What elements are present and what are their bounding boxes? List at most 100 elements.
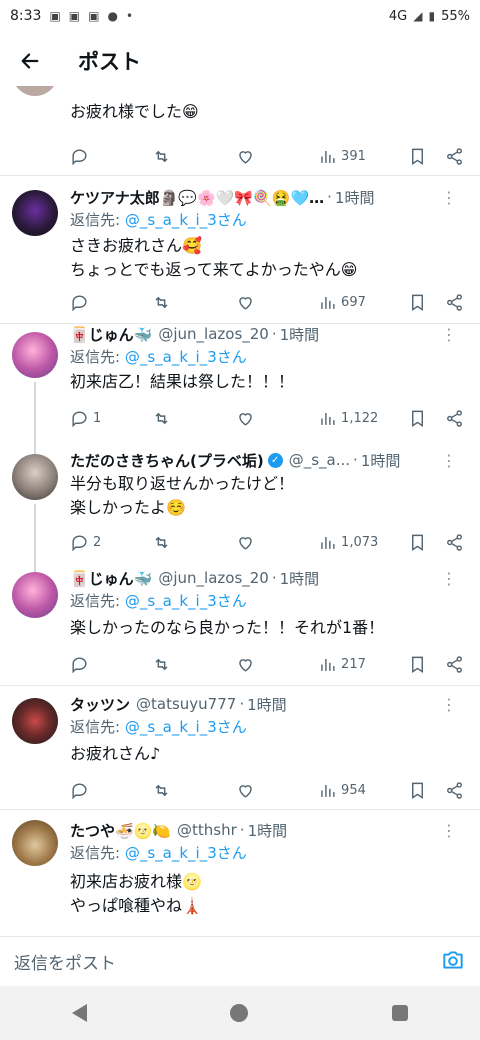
share-button[interactable] xyxy=(445,293,464,312)
user-handle[interactable]: @jun_lazos_20 xyxy=(158,325,269,343)
post-time[interactable]: 1時間 xyxy=(280,568,320,589)
reply-button[interactable]: 1 xyxy=(70,409,152,428)
post-time[interactable]: 1時間 xyxy=(247,694,287,715)
reply-feed[interactable]: お疲れ様でした😁 391 ケツアナ太郎🗿💬🌸🤍🎀🍭🤮🩵… · 1時間 ⋮ 返信先… xyxy=(0,86,480,936)
avatar[interactable] xyxy=(12,820,58,866)
repost-button[interactable] xyxy=(152,147,236,166)
views-button[interactable]: 1,073 xyxy=(318,533,408,552)
post-text: 初来店お疲れ様🌝 やっぱ喰種やね🗼 xyxy=(70,870,468,918)
share-button[interactable] xyxy=(445,533,464,552)
avatar[interactable] xyxy=(12,190,58,236)
camera-icon[interactable] xyxy=(440,947,466,977)
like-button[interactable] xyxy=(236,655,318,674)
repost-icon xyxy=(155,296,168,308)
avatar[interactable] xyxy=(12,454,58,500)
user-handle[interactable]: @jun_lazos_20 xyxy=(158,569,269,587)
post[interactable]: タッツン @tatsuyu777 · 1時間 ⋮ 返信先: @_s_a_k_i_… xyxy=(0,686,480,810)
reply-context: 返信先: @_s_a_k_i_3さん xyxy=(70,590,247,611)
like-button[interactable] xyxy=(236,147,318,166)
thread-line xyxy=(34,504,36,564)
avatar[interactable] xyxy=(12,572,58,618)
reply-button[interactable] xyxy=(70,655,152,674)
reply-mention[interactable]: @_s_a_k_i_3さん xyxy=(125,592,247,610)
post-time[interactable]: 1時間 xyxy=(248,820,288,841)
reply-input[interactable]: 返信をポスト xyxy=(14,949,440,974)
post[interactable]: ただのさきちゃん(プラベ垢) ✓ @_s_a... · 1時間 ⋮ 半分も取り返… xyxy=(0,448,480,564)
post[interactable]: たつや🍜🌝🍋 @tthshr · 1時間 ⋮ 返信先: @_s_a_k_i_3さ… xyxy=(0,810,480,936)
share-button[interactable] xyxy=(445,781,464,800)
reply-icon xyxy=(72,410,87,427)
display-name[interactable]: 🀄じゅん🐳 xyxy=(70,324,152,345)
bookmark-button[interactable] xyxy=(408,409,445,428)
share-button[interactable] xyxy=(445,409,464,428)
more-options-icon[interactable]: ⋮ xyxy=(441,188,458,207)
nav-home-icon[interactable] xyxy=(230,1004,249,1022)
reply-button[interactable] xyxy=(70,147,152,166)
more-options-icon[interactable]: ⋮ xyxy=(441,325,458,344)
views-button[interactable]: 697 xyxy=(318,293,408,312)
nav-back-icon[interactable] xyxy=(71,1004,87,1022)
views-button[interactable]: 954 xyxy=(318,781,408,800)
display-name[interactable]: ケツアナ太郎🗿💬🌸🤍🎀🍭🤮🩵… xyxy=(70,187,324,208)
display-name[interactable]: 🀄じゅん🐳 xyxy=(70,568,152,589)
post-header: 🀄じゅん🐳 @jun_lazos_20 · 1時間 ⋮ xyxy=(70,566,472,590)
like-button[interactable] xyxy=(236,409,318,428)
reply-mention[interactable]: @_s_a_k_i_3さん xyxy=(125,844,247,862)
more-options-icon[interactable]: ⋮ xyxy=(441,569,458,588)
back-arrow-icon[interactable] xyxy=(0,36,60,86)
display-name[interactable]: たつや🍜🌝🍋 xyxy=(70,820,171,841)
share-button[interactable] xyxy=(445,147,464,166)
post[interactable]: 🀄じゅん🐳 @jun_lazos_20 · 1時間 ⋮ 返信先: @_s_a_k… xyxy=(0,564,480,686)
post-time[interactable]: 1時間 xyxy=(280,324,320,345)
repost-button[interactable] xyxy=(152,293,236,312)
user-handle[interactable]: @tatsuyu777 xyxy=(136,695,236,713)
share-button[interactable] xyxy=(445,655,464,674)
repost-button[interactable] xyxy=(152,533,236,552)
reply-button[interactable] xyxy=(70,781,152,800)
post[interactable]: 🀄じゅん🐳 @jun_lazos_20 · 1時間 ⋮ 返信先: @_s_a_k… xyxy=(0,324,480,448)
bookmark-button[interactable] xyxy=(408,147,445,166)
post-text-line: 初来店お疲れ様🌝 xyxy=(70,872,202,891)
views-button[interactable]: 1,122 xyxy=(318,409,408,428)
like-button[interactable] xyxy=(236,293,318,312)
bookmark-button[interactable] xyxy=(408,293,445,312)
like-button[interactable] xyxy=(236,781,318,800)
reply-mention[interactable]: @_s_a_k_i_3さん xyxy=(125,348,247,366)
reply-button[interactable] xyxy=(70,293,152,312)
reply-button[interactable]: 2 xyxy=(70,533,152,552)
reply-mention[interactable]: @_s_a_k_i_3さん xyxy=(125,211,247,229)
repost-button[interactable] xyxy=(152,655,236,674)
app-notification-icon: ▣ xyxy=(88,9,100,23)
display-name[interactable]: ただのさきちゃん(プラベ垢) xyxy=(70,450,264,471)
reply-mention[interactable]: @_s_a_k_i_3さん xyxy=(125,718,247,736)
nav-recents-icon[interactable] xyxy=(392,1005,409,1021)
bookmark-button[interactable] xyxy=(408,781,445,800)
reply-composer[interactable]: 返信をポスト xyxy=(0,936,480,986)
views-button[interactable]: 217 xyxy=(318,655,408,674)
repost-button[interactable] xyxy=(152,409,236,428)
views-button[interactable]: 391 xyxy=(318,147,408,166)
more-options-icon[interactable]: ⋮ xyxy=(441,695,458,714)
avatar[interactable] xyxy=(12,698,58,744)
avatar[interactable] xyxy=(12,86,58,96)
bookmark-button[interactable] xyxy=(408,655,445,674)
display-name[interactable]: タッツン xyxy=(70,694,130,715)
more-options-icon[interactable]: ⋮ xyxy=(441,451,458,470)
repost-icon xyxy=(155,412,168,424)
bookmark-button[interactable] xyxy=(408,533,445,552)
heart-icon xyxy=(239,658,252,672)
more-options-icon[interactable]: ⋮ xyxy=(441,821,458,840)
share-icon xyxy=(447,409,462,427)
reply-icon xyxy=(72,656,87,673)
post[interactable]: お疲れ様でした😁 391 xyxy=(0,86,480,176)
post[interactable]: ケツアナ太郎🗿💬🌸🤍🎀🍭🤮🩵… · 1時間 ⋮ 返信先: @_s_a_k_i_3… xyxy=(0,176,480,324)
user-handle[interactable]: @_s_a... xyxy=(289,451,350,469)
heart-icon xyxy=(239,784,252,798)
post-text-line: やっぱ喰種やね🗼 xyxy=(70,896,202,915)
post-time[interactable]: 1時間 xyxy=(335,187,375,208)
avatar[interactable] xyxy=(12,332,58,378)
post-time[interactable]: 1時間 xyxy=(361,450,401,471)
like-button[interactable] xyxy=(236,533,318,552)
repost-button[interactable] xyxy=(152,781,236,800)
user-handle[interactable]: @tthshr xyxy=(177,821,237,839)
